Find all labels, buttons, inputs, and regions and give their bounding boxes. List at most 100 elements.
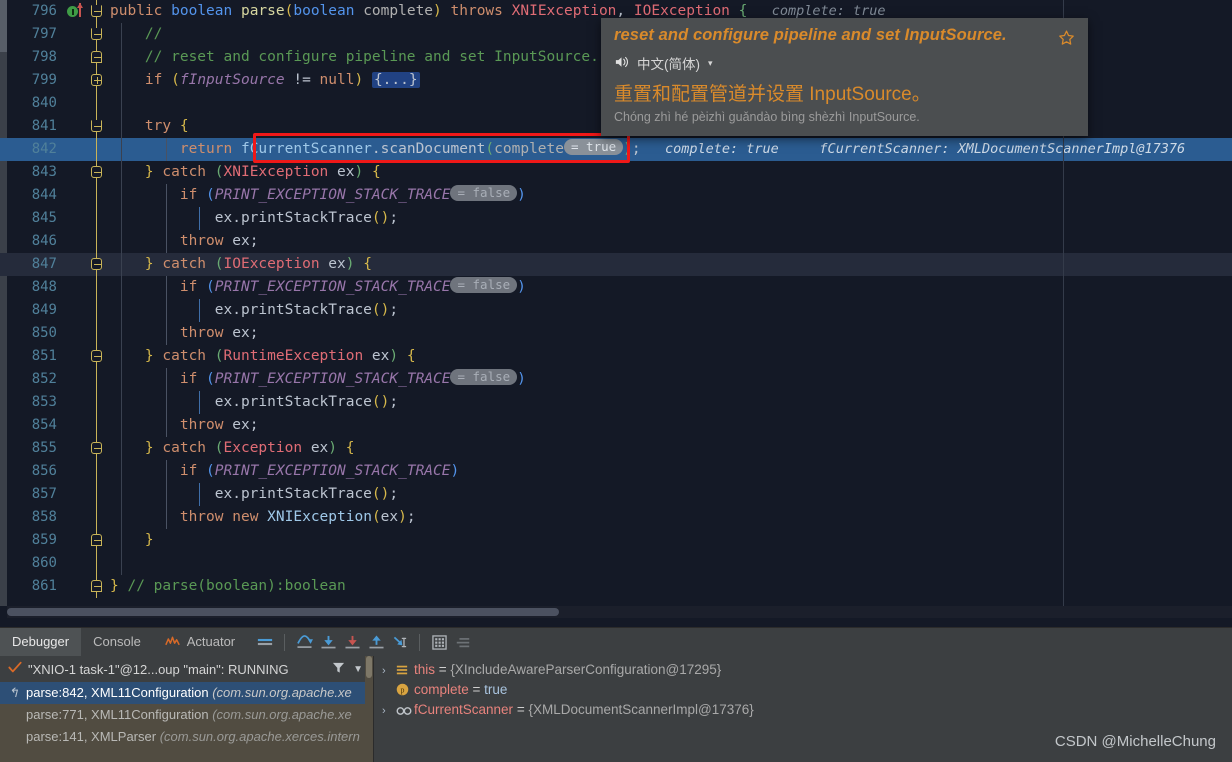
popup-language-label[interactable]: 中文(简体) (637, 53, 700, 73)
tab-console[interactable]: Console (81, 628, 153, 656)
debugger-tool-window[interactable]: Debugger Console Actuator "XNIO-1 task-1… (0, 627, 1232, 762)
line-number[interactable]: 846 (0, 230, 62, 253)
speaker-icon[interactable] (614, 55, 629, 72)
fold-toggle-icon[interactable] (91, 442, 102, 454)
frames-scrollbar[interactable] (365, 656, 373, 737)
popup-language-row[interactable]: 中文(简体) ▾ (614, 53, 1075, 73)
chevron-right-icon[interactable]: › (382, 661, 396, 681)
overriding-method-icon[interactable] (76, 3, 83, 17)
stack-frame-item[interactable]: parse:141, XMLParser (com.sun.org.apache… (0, 726, 373, 748)
force-step-into-icon[interactable] (340, 630, 364, 654)
code-line[interactable]: 846 throw ex; (0, 230, 1232, 253)
fold-toggle-icon[interactable] (91, 74, 102, 86)
filter-icon[interactable] (332, 661, 345, 677)
translation-popup[interactable]: reset and configure pipeline and set Inp… (601, 18, 1088, 136)
code-line[interactable]: 844 if (PRINT_EXCEPTION_STACK_TRACE = fal… (0, 184, 1232, 207)
line-number[interactable]: 842 (0, 138, 62, 161)
code-line[interactable]: 853 ex.printStackTrace(); (0, 391, 1232, 414)
code-line[interactable]: 856 if (PRINT_EXCEPTION_STACK_TRACE) (0, 460, 1232, 483)
code-line[interactable]: 843 } catch (XNIException ex) { (0, 161, 1232, 184)
fold-toggle-icon[interactable] (91, 580, 102, 592)
code-line[interactable]: 851 } catch (RuntimeException ex) { (0, 345, 1232, 368)
code-line[interactable]: 855 } catch (Exception ex) { (0, 437, 1232, 460)
line-number[interactable]: 850 (0, 322, 62, 345)
line-number[interactable]: 855 (0, 437, 62, 460)
code-line[interactable]: 847 } catch (IOException ex) { (0, 253, 1232, 276)
run-to-cursor-icon[interactable] (388, 630, 412, 654)
line-number[interactable]: 798 (0, 46, 62, 69)
line-number[interactable]: 849 (0, 299, 62, 322)
stack-frame-item[interactable]: parse:771, XML11Configuration (com.sun.o… (0, 704, 373, 726)
code-line[interactable]: 852 if (PRINT_EXCEPTION_STACK_TRACE = fal… (0, 368, 1232, 391)
line-number[interactable]: 844 (0, 184, 62, 207)
code-line[interactable]: 857 ex.printStackTrace(); (0, 483, 1232, 506)
line-number[interactable]: 799 (0, 69, 62, 92)
fold-toggle-icon[interactable] (91, 5, 102, 17)
line-number[interactable]: 847 (0, 253, 62, 276)
variable-row[interactable]: p complete = true (374, 680, 1232, 700)
line-number[interactable]: 859 (0, 529, 62, 552)
tab-actuator[interactable]: Actuator (153, 628, 247, 656)
inline-parameter-hint: complete: true (747, 3, 886, 19)
line-number[interactable]: 797 (0, 23, 62, 46)
editor-hscroll-thumb[interactable] (7, 608, 559, 616)
chevron-down-icon[interactable]: ▾ (708, 58, 713, 69)
line-number[interactable]: 858 (0, 506, 62, 529)
code-line[interactable]: 848 if (PRINT_EXCEPTION_STACK_TRACE = fal… (0, 276, 1232, 299)
code-line[interactable]: 850 throw ex; (0, 322, 1232, 345)
step-out-icon[interactable] (364, 630, 388, 654)
line-number[interactable]: 860 (0, 552, 62, 575)
editor-horizontal-scrollbar[interactable] (7, 606, 1232, 618)
chevron-right-icon[interactable]: › (382, 701, 396, 721)
line-number[interactable]: 857 (0, 483, 62, 506)
star-icon[interactable] (1058, 29, 1075, 49)
line-number[interactable]: 841 (0, 115, 62, 138)
code-line[interactable]: 854 throw ex; (0, 414, 1232, 437)
line-number[interactable]: 840 (0, 92, 62, 115)
code-line[interactable]: 858 throw new XNIException(ex); (0, 506, 1232, 529)
tab-debugger[interactable]: Debugger (0, 628, 82, 656)
line-number[interactable]: 851 (0, 345, 62, 368)
calculator-icon[interactable] (427, 630, 451, 654)
rewind-frame-icon[interactable]: ↰ (8, 682, 19, 704)
gutter-markers[interactable] (67, 0, 87, 23)
line-number[interactable]: 796 (0, 0, 62, 23)
line-number[interactable]: 861 (0, 575, 62, 598)
toolwindow-tab-bar[interactable]: Debugger Console Actuator (0, 628, 1232, 656)
fold-toggle-icon[interactable] (91, 120, 102, 132)
frames-scroll-thumb[interactable] (366, 656, 372, 678)
code-line[interactable]: 859 } (0, 529, 1232, 552)
variable-row[interactable]: › fCurrentScanner = {XMLDocumentScannerIm… (374, 700, 1232, 720)
line-number[interactable]: 856 (0, 460, 62, 483)
fold-toggle-icon[interactable] (91, 28, 102, 40)
fold-toggle-icon[interactable] (91, 258, 102, 270)
code-line[interactable]: 860 (0, 552, 1232, 575)
frames-list[interactable]: ↰ parse:842, XML11Configuration (com.sun.… (0, 682, 373, 762)
code-line[interactable]: 849 ex.printStackTrace(); (0, 299, 1232, 322)
chevron-down-icon[interactable]: ▼ (353, 664, 363, 675)
fold-toggle-icon[interactable] (91, 51, 102, 63)
line-number[interactable]: 854 (0, 414, 62, 437)
code-line[interactable]: 845 ex.printStackTrace(); (0, 207, 1232, 230)
code-line[interactable]: 842 return fCurrentScanner.scanDocument(… (0, 138, 1232, 161)
line-number[interactable]: 853 (0, 391, 62, 414)
stack-frame-item[interactable]: ↰ parse:842, XML11Configuration (com.sun.… (0, 682, 373, 704)
layout-icon[interactable] (253, 630, 277, 654)
code-line[interactable]: 861} // parse(boolean):boolean (0, 575, 1232, 598)
step-over-icon[interactable] (292, 630, 316, 654)
line-number[interactable]: 843 (0, 161, 62, 184)
code-token: ) (433, 3, 442, 19)
line-number[interactable]: 845 (0, 207, 62, 230)
step-into-icon[interactable] (316, 630, 340, 654)
line-number[interactable]: 852 (0, 368, 62, 391)
fold-toggle-icon[interactable] (91, 350, 102, 362)
fold-toggle-icon[interactable] (91, 166, 102, 178)
thread-selector[interactable]: "XNIO-1 task-1"@12...oup "main": RUNNING… (0, 656, 373, 682)
line-number[interactable]: 848 (0, 276, 62, 299)
frames-panel[interactable]: "XNIO-1 task-1"@12...oup "main": RUNNING… (0, 656, 374, 762)
fold-toggle-icon[interactable] (91, 534, 102, 546)
settings-lines-icon[interactable] (451, 630, 475, 654)
variable-row[interactable]: › this = {XIncludeAwareParserConfiguratio… (374, 660, 1232, 680)
